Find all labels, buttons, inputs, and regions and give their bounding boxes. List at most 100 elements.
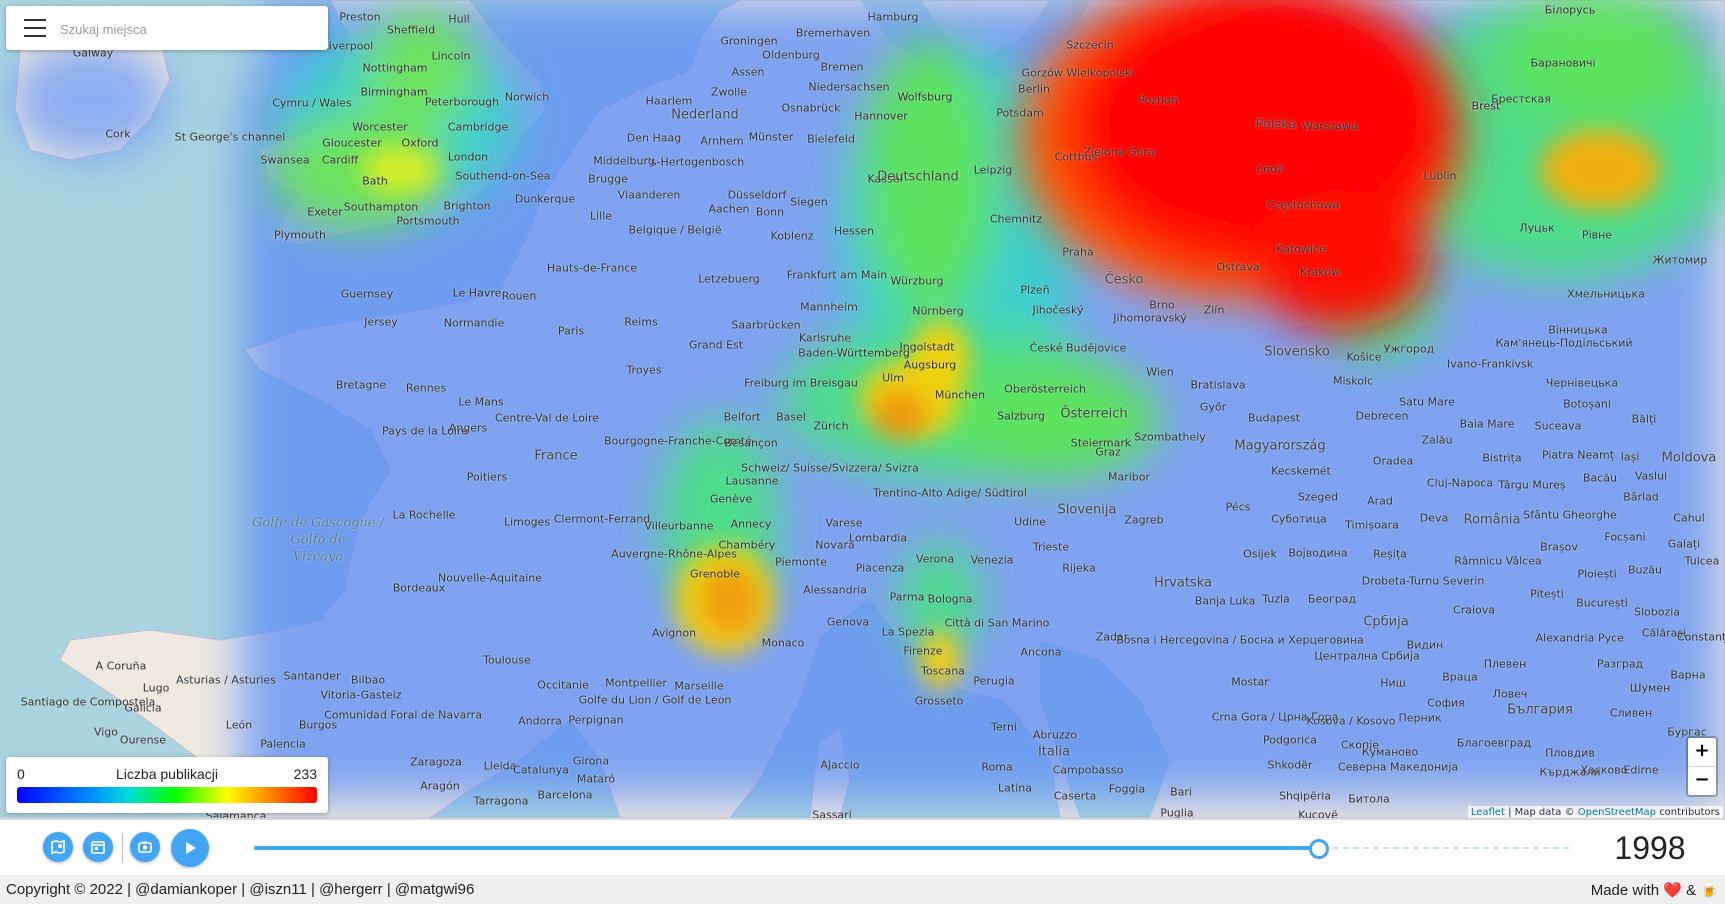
map-place-label: Vigo xyxy=(93,725,119,739)
map-place-label: Bălți xyxy=(1631,412,1657,426)
map-place-label: Nürnberg xyxy=(912,304,964,318)
map-place-label: Andorra xyxy=(518,714,562,728)
map-place-label: Haarlem xyxy=(645,94,693,108)
map-place-label: Preston xyxy=(339,10,381,24)
map-place-label: Jihomoravský xyxy=(1113,311,1187,325)
map-place-label: Southend-on-Sea xyxy=(455,169,551,183)
map-place-label: Novara xyxy=(815,538,855,552)
map-place-label: Città di San Marino xyxy=(944,616,1050,630)
map-place-label: Mostar xyxy=(1231,675,1269,689)
map-place-label: Groningen xyxy=(720,34,778,48)
map-place-label: Chemnitz xyxy=(989,212,1043,226)
attribution-separator: | Map data © xyxy=(1508,807,1575,818)
map-place-label: Брестская xyxy=(1491,92,1551,106)
map-place-label: Norwich xyxy=(504,90,550,104)
map-place-label: Brașov xyxy=(1540,540,1578,554)
map-place-label: Genève xyxy=(709,492,753,506)
map-place-label: Варна xyxy=(1670,668,1706,682)
map-place-label: Budapest xyxy=(1247,411,1301,425)
map-place-label: Барановичі xyxy=(1530,56,1596,70)
map-place-label: Shkodër xyxy=(1267,758,1313,772)
map-place-label: Bath xyxy=(362,174,388,188)
map-place-label: Zaragoza xyxy=(410,755,462,769)
map-place-label: Rouen xyxy=(501,289,537,303)
map-place-label: Brighton xyxy=(443,199,491,213)
map-place-label: Кърджали xyxy=(1539,765,1601,779)
map-place-label: Oxford xyxy=(401,136,439,150)
map-place-label: Galați xyxy=(1667,537,1701,551)
map-place-label: Alexandria xyxy=(1535,631,1595,645)
map-place-label: Bârlad xyxy=(1623,490,1659,504)
map-place-label: Cambridge xyxy=(447,120,509,134)
legend-color-scale xyxy=(17,787,317,803)
map-place-label: Normandie xyxy=(443,316,505,330)
map-place-label: Hull xyxy=(448,12,470,26)
menu-button[interactable] xyxy=(16,16,48,40)
map-place-label: Koblenz xyxy=(770,229,814,243)
map-place-label: Београд xyxy=(1307,592,1357,606)
map-place-label: Edirne xyxy=(1623,763,1659,777)
map-place-label: Steiermark xyxy=(1070,436,1132,450)
map-place-label: Slovensko xyxy=(1264,344,1330,360)
map-place-label: Clermont-Ferrand xyxy=(553,512,651,526)
map-place-label: Suceava xyxy=(1534,419,1582,433)
map-place-label: Barcelona xyxy=(537,788,593,802)
map-place-label: Limoges xyxy=(503,515,551,529)
map-place-label: Lugo xyxy=(142,681,170,695)
map-place-label: Перник xyxy=(1398,711,1442,725)
map-view[interactable]: Preston Sheffield Hull Liverpool Galway Linco… xyxy=(0,0,1725,818)
map-place-label: Mataró xyxy=(576,772,616,786)
leaflet-link[interactable]: Leaflet xyxy=(1471,807,1505,818)
map-place-label: Galicia xyxy=(124,701,162,715)
map-place-label: Jihočeský xyxy=(1032,303,1084,317)
map-place-label: România xyxy=(1463,512,1521,528)
ampersand: & xyxy=(1686,882,1697,899)
play-icon xyxy=(186,842,196,854)
map-place-label: Ajaccio xyxy=(820,758,860,772)
map-place-label: Osnabrück xyxy=(781,101,841,115)
calendar-button[interactable] xyxy=(83,832,113,862)
zoom-in-button[interactable]: + xyxy=(1688,738,1716,767)
map-place-label: Burgos xyxy=(298,718,338,732)
map-place-label: Lleida xyxy=(483,759,517,773)
osm-link[interactable]: OpenStreetMap xyxy=(1578,807,1656,818)
map-place-label: Freiburg im Breisgau xyxy=(744,376,858,390)
map-place-label: Nouvelle-Aquitaine xyxy=(437,571,543,585)
copyright-text: Copyright © 2022 | @damiankoper | @iszn1… xyxy=(6,881,475,898)
map-place-label: Baden-Württemberg xyxy=(798,346,910,360)
map-place-label: Tulcea xyxy=(1684,554,1720,568)
map-place-label: Piacenza xyxy=(855,561,905,575)
map-place-label: Bielefeld xyxy=(807,132,855,146)
play-button[interactable] xyxy=(171,829,209,867)
map-place-label: Пловдив xyxy=(1545,746,1595,760)
map-place-label: Leipzig xyxy=(973,163,1013,177)
map-place-label: Győr xyxy=(1199,400,1227,414)
map-place-label: 's-Hertogenbosch xyxy=(647,155,745,169)
current-year: 1998 xyxy=(1614,830,1686,866)
map-place-label: Salzburg xyxy=(997,409,1045,423)
sea-label: Golfe de Gascogne / Golfo de Vizcaya xyxy=(252,515,384,565)
map-place-label: Lincoln xyxy=(431,49,471,63)
map-place-label: Roma xyxy=(981,760,1013,774)
map-view-button[interactable] xyxy=(43,832,73,862)
timeline-thumb[interactable] xyxy=(1309,839,1329,859)
map-place-label: Gorzów Wielkopolski xyxy=(1021,66,1135,80)
search-input[interactable] xyxy=(58,14,320,44)
map-place-label: Piemonte xyxy=(775,555,827,569)
map-place-label: Girona xyxy=(572,754,610,768)
screenshot-button[interactable] xyxy=(130,832,160,862)
map-place-label: Österreich xyxy=(1060,406,1128,422)
zoom-out-button[interactable]: − xyxy=(1688,767,1716,795)
map-place-label: Le Mans xyxy=(458,395,504,409)
map-place-label: Belfort xyxy=(723,410,761,424)
map-place-label: Deva xyxy=(1419,511,1449,525)
map-place-label: Augsburg xyxy=(903,358,957,372)
map-place-label: Montpellier xyxy=(605,676,667,690)
map-place-label: Karlsruhe xyxy=(798,331,852,345)
map-place-label: Golfe du Lion / Golf de Leon xyxy=(578,693,732,707)
map-place-label: Villeurbanne xyxy=(644,519,714,533)
map-place-label: Košice xyxy=(1346,350,1382,364)
map-place-label: Bilbao xyxy=(350,673,386,687)
made-with-text: Made with xyxy=(1590,882,1660,899)
map-place-label: Благоевград xyxy=(1456,736,1532,750)
